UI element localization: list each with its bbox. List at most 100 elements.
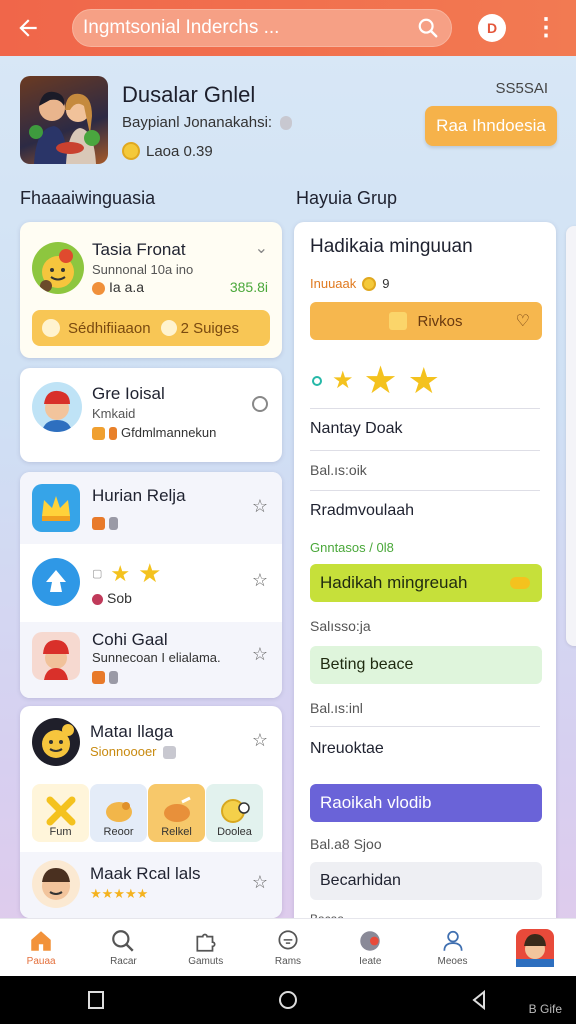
- favorite-star-icon-4[interactable]: ☆: [252, 730, 268, 751]
- nav-home[interactable]: Pauaa: [0, 919, 82, 976]
- category-card: Mataı llaga Sionnoooer ☆ Fum Reoor Relke…: [20, 706, 282, 918]
- star-icon: ★: [110, 560, 131, 586]
- sausage-icon: [510, 577, 530, 589]
- back-arrow-icon: [19, 19, 37, 37]
- chat-icon: [278, 930, 298, 950]
- chevron-down-icon[interactable]: ⌄: [255, 238, 268, 258]
- right-label-4: Bal.a8 Sjoo: [310, 836, 382, 852]
- right-line-2[interactable]: Rradmvoulaah: [310, 502, 414, 520]
- right-line-1[interactable]: Nantay Doak: [310, 420, 403, 438]
- list-card: Hurian Relja ☆ ▢ ★ ★ Sob ☆ Cohi Gaal Sun…: [20, 472, 282, 698]
- light-green-button[interactable]: Beting beace: [310, 646, 542, 684]
- watermark-text: B Gife: [528, 1002, 562, 1016]
- header-count: SS5SAI: [495, 80, 548, 97]
- header-title: Dusalar Gnlel: [122, 82, 256, 107]
- right-section-title: Hayuia Grup: [296, 188, 398, 208]
- home-circle-icon[interactable]: [277, 989, 299, 1011]
- search-bar[interactable]: [72, 9, 452, 47]
- coin-stack-icon: [220, 799, 250, 823]
- group-card[interactable]: Gre Ioisal Kmkaid Gfdmlmannekun: [20, 368, 282, 462]
- featured-price: 385.8i: [229, 279, 268, 295]
- list-item-1[interactable]: Hurian Relja ☆: [20, 472, 282, 544]
- coin-icon-2: [362, 276, 377, 291]
- character-icon: [43, 640, 69, 680]
- lock-icon-2: [109, 670, 118, 684]
- featured-action-pill[interactable]: Sédhifiiaaon 2 Suiges: [32, 310, 270, 346]
- boy-icon: [42, 390, 72, 432]
- primary-action-button[interactable]: Raa Ihndoesia: [425, 106, 557, 146]
- category-tile-4[interactable]: Doolea: [206, 784, 263, 842]
- more-options-icon[interactable]: ⋮: [534, 16, 558, 40]
- group-meta-text: Gfdmlmannekun: [121, 425, 217, 440]
- recent-apps-icon[interactable]: [85, 989, 107, 1011]
- right-line-3[interactable]: Nreuoktae: [310, 740, 384, 758]
- small-square-icon: ▢: [92, 568, 103, 580]
- list-item-2[interactable]: ▢ ★ ★ Sob ☆: [20, 544, 282, 622]
- nav-avatar[interactable]: [494, 919, 576, 976]
- nav-games[interactable]: Gamuts: [165, 919, 247, 976]
- chicken-icon: [105, 802, 132, 822]
- list-item-3-title: Cohi Gaal: [92, 630, 168, 649]
- profile-badge[interactable]: D: [478, 14, 506, 42]
- nav-chat-label: Rams: [274, 956, 302, 967]
- group-title: Gre Ioisal: [92, 384, 165, 403]
- group-subtitle: Kmkaid: [92, 406, 136, 421]
- nav-record[interactable]: Ieate: [329, 919, 411, 976]
- favorite-star-icon-5[interactable]: ☆: [252, 872, 268, 893]
- rivkos-button[interactable]: Rivkos ♡: [310, 302, 542, 340]
- featured-card[interactable]: Tasia Fronat Sunnonal 10a ino Ia a.a 385…: [20, 222, 282, 358]
- list-item-2-meta-text: Sob: [107, 590, 132, 606]
- left-section-title: Fhaaaiwinguasia: [20, 188, 156, 208]
- rivkos-button-label: Rivkos: [417, 312, 463, 330]
- star-progress: ★ ★ ★: [312, 358, 440, 403]
- purple-action-button[interactable]: Raoikah vlodib: [310, 784, 542, 822]
- search-icon[interactable]: [417, 17, 439, 39]
- right-panel-title: Hadikaia minguuan: [310, 236, 473, 257]
- green-action-button[interactable]: Hadikah mingreuah: [310, 564, 542, 602]
- group-meta: Gfdmlmannekun: [92, 425, 217, 441]
- nav-profile-label: Meoes: [437, 956, 468, 967]
- divider: [310, 408, 540, 409]
- list-item-1-title: Hurian Relja: [92, 486, 186, 505]
- roast-icon: [163, 796, 191, 822]
- category-tile-1-label: Fum: [49, 826, 72, 838]
- favorite-star-icon[interactable]: ☆: [252, 496, 268, 517]
- select-radio[interactable]: [252, 396, 268, 412]
- nav-search[interactable]: Racar: [82, 919, 164, 976]
- crown-icon: [42, 496, 70, 521]
- category-tile-1[interactable]: Fum: [32, 784, 89, 842]
- star-icon-small: ★: [332, 367, 354, 394]
- crown-app-icon: [32, 484, 80, 532]
- teal-dot-icon: [312, 375, 322, 386]
- nav-profile[interactable]: Meoes: [411, 919, 493, 976]
- right-green-label: Gnntasos / 0l8: [310, 540, 394, 555]
- x-shape-icon: [46, 796, 75, 826]
- divider: [310, 726, 540, 727]
- header-card: Dusalar Gnlel Baypianl Jonanakahsi: Laoa…: [20, 76, 560, 168]
- search-input[interactable]: [83, 17, 417, 39]
- offscreen-card-edge[interactable]: [566, 226, 576, 646]
- category-tile-3[interactable]: Relkel: [148, 784, 205, 842]
- face-icon: [42, 868, 70, 900]
- right-label-2: Salısso:ja: [310, 618, 371, 634]
- favorite-star-icon-2[interactable]: ☆: [252, 570, 268, 591]
- header-thumbnail[interactable]: [20, 76, 108, 164]
- green-action-label: Hadikah mingreuah: [320, 573, 468, 592]
- list-item-4[interactable]: Maak Rcal lals ★★★★★ ☆: [20, 852, 282, 918]
- five-star-rating: ★★★★★: [90, 886, 149, 901]
- pill-right-label: 2 Suiges: [180, 319, 239, 337]
- favorite-star-icon-3[interactable]: ☆: [252, 644, 268, 665]
- gray-action-button[interactable]: Becarhidan: [310, 862, 542, 900]
- category-tile-2[interactable]: Reoor: [90, 784, 147, 842]
- nav-chat[interactable]: Rams: [247, 919, 329, 976]
- rating-stars: ▢ ★ ★: [92, 558, 161, 589]
- lock-icon: [109, 516, 118, 530]
- back-button[interactable]: [0, 0, 56, 56]
- header-subtitle-text: Baypianl Jonanakahsi:: [122, 114, 273, 131]
- category-subtitle: Sionnoooer: [90, 744, 180, 760]
- system-navigation-bar: [0, 976, 576, 1024]
- back-triangle-icon[interactable]: [469, 989, 491, 1011]
- category-title: Mataı llaga: [90, 722, 174, 741]
- heart-icon[interactable]: ♡: [516, 311, 530, 331]
- list-item-3[interactable]: Cohi Gaal Sunnecoan I elialama. ☆: [20, 622, 282, 698]
